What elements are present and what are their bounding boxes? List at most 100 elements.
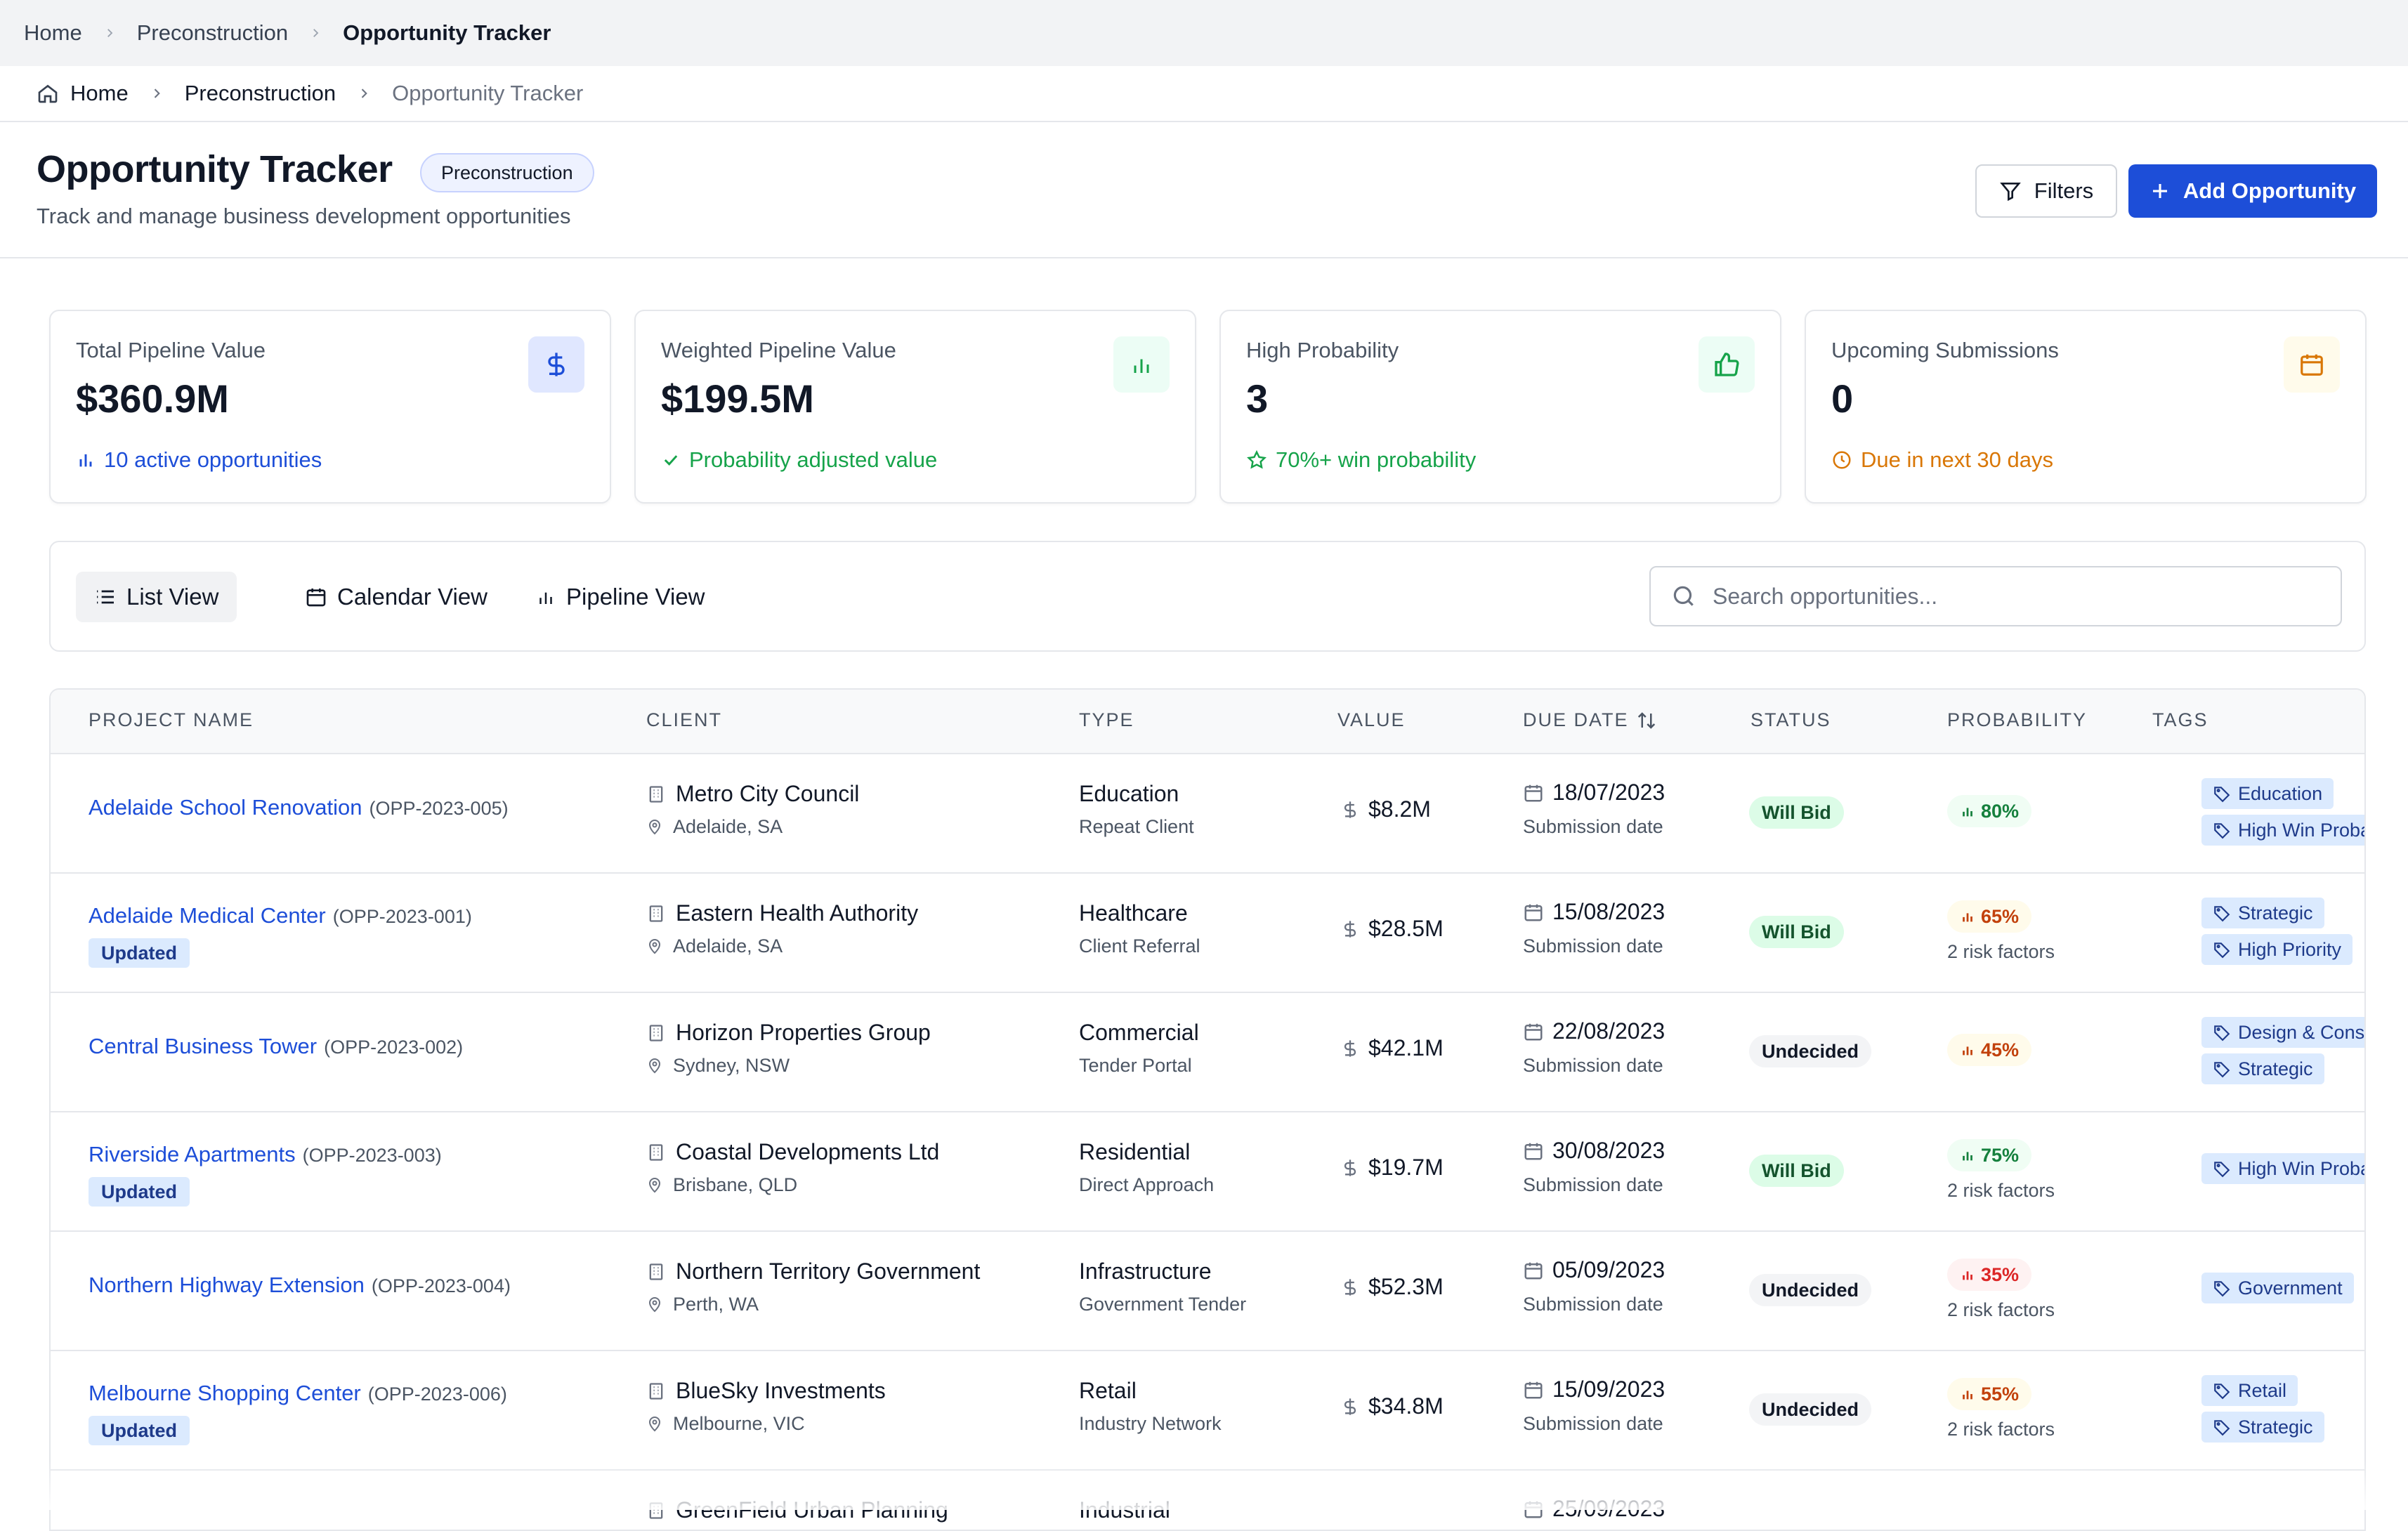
calendar-icon	[1523, 1379, 1544, 1400]
breadcrumb-current: Opportunity Tracker	[392, 81, 584, 105]
client-location-text: Adelaide, SA	[673, 935, 783, 957]
risk-factors: 2 risk factors	[1947, 1299, 2055, 1320]
tag-chip[interactable]: Strategic	[2201, 1412, 2324, 1443]
chevron-right-icon	[103, 27, 116, 39]
tag-chip[interactable]: Strategic	[2201, 1053, 2324, 1084]
due-date: 22/08/2023	[1523, 1018, 1665, 1044]
tag-chip[interactable]: Retail	[2201, 1375, 2298, 1406]
breadcrumb-section-link[interactable]: Preconstruction	[185, 81, 336, 106]
tag-chip[interactable]: High Win Probability	[2201, 1153, 2364, 1184]
project-name: Northern Highway Extension	[89, 1273, 365, 1297]
column-header-project-name[interactable]: PROJECT NAME	[89, 709, 254, 731]
status-badge: Undecided	[1749, 1035, 1872, 1067]
client-name-text: Metro City Council	[676, 781, 860, 806]
project-name-link[interactable]: Adelaide School Renovation (OPP-2023-005)	[89, 795, 509, 820]
dollar-icon	[1340, 1277, 1360, 1297]
page-title: Opportunity Tracker	[37, 148, 393, 190]
filters-button[interactable]: Filters	[1975, 164, 2117, 218]
tag-label: Strategic	[2238, 902, 2313, 924]
column-header-probability[interactable]: PROBABILITY	[1947, 709, 2087, 731]
opportunities-table: PROJECT NAME CLIENT TYPE VALUE DUE DATE …	[49, 688, 2366, 1531]
client-name: Eastern Health Authority	[646, 900, 918, 926]
tag-chip[interactable]: Government	[2201, 1273, 2354, 1303]
tag-label: Strategic	[2238, 1416, 2313, 1438]
search-field[interactable]	[1649, 566, 2342, 626]
tab-calendar-view[interactable]: Calendar View	[287, 572, 506, 622]
stat-label: Upcoming Submissions	[1831, 338, 2059, 362]
column-header-tags[interactable]: TAGS	[2152, 709, 2209, 731]
tag-label: Government	[2238, 1277, 2343, 1299]
due-date-caption: Submission date	[1523, 816, 1663, 837]
project-name: Adelaide Medical Center	[89, 903, 326, 928]
topbar-section-link[interactable]: Preconstruction	[137, 20, 288, 46]
stat-value: 3	[1246, 376, 1269, 421]
tag-icon	[2213, 784, 2231, 803]
column-header-due-date-label: DUE DATE	[1523, 709, 1629, 730]
client-location-text: Adelaide, SA	[673, 816, 783, 837]
stat-label: Weighted Pipeline Value	[661, 338, 896, 362]
table-header: PROJECT NAME CLIENT TYPE VALUE DUE DATE …	[51, 690, 2364, 754]
probability-badge: 75%	[1947, 1139, 2032, 1171]
tag-chip[interactable]: Education	[2201, 778, 2334, 809]
probability-value: 45%	[1981, 1039, 2020, 1060]
status-badge: Undecided	[1749, 1393, 1872, 1426]
tag-icon	[2213, 1381, 2231, 1400]
tab-label: List View	[126, 584, 219, 610]
tab-list-view[interactable]: List View	[76, 572, 237, 622]
due-date-text: 15/09/2023	[1552, 1376, 1666, 1402]
plus-icon	[2149, 180, 2171, 202]
project-name-link[interactable]: Northern Highway Extension (OPP-2023-004)	[89, 1273, 511, 1298]
breadcrumb-home-label: Home	[70, 81, 129, 105]
tag-chip[interactable]: Design & Construct	[2201, 1017, 2365, 1048]
project-value: $34.8M	[1340, 1393, 1444, 1419]
dollar-icon	[1340, 1397, 1360, 1417]
column-header-type[interactable]: TYPE	[1079, 709, 1134, 731]
project-value-text: $28.5M	[1368, 916, 1444, 941]
column-header-due-date[interactable]: DUE DATE	[1523, 709, 1657, 731]
project-value-text: $52.3M	[1368, 1274, 1444, 1299]
status-badge: Will Bid	[1749, 796, 1844, 829]
column-header-status[interactable]: STATUS	[1751, 709, 1831, 731]
tab-pipeline-view[interactable]: Pipeline View	[517, 572, 724, 622]
tag-chip[interactable]: High Win Probability	[2201, 815, 2364, 846]
stat-value: $199.5M	[661, 376, 814, 421]
lead-source: Direct Approach	[1079, 1174, 1215, 1195]
due-date-text: 30/08/2023	[1552, 1138, 1666, 1163]
tag-chip[interactable]: High Priority	[2201, 934, 2353, 965]
column-header-value[interactable]: VALUE	[1337, 709, 1406, 731]
lead-source: Government Tender	[1079, 1294, 1247, 1315]
building-icon	[646, 1262, 666, 1282]
stat-footnote-text: 70%+ win probability	[1276, 447, 1477, 472]
view-toolbar: List View Calendar View Pipeline View	[49, 541, 2366, 652]
add-opportunity-button[interactable]: Add Opportunity	[2128, 164, 2377, 218]
client-name: Metro City Council	[646, 781, 859, 807]
tag-label: Design & Construct	[2238, 1021, 2365, 1043]
topbar-home-link[interactable]: Home	[24, 20, 82, 46]
column-header-client[interactable]: CLIENT	[646, 709, 722, 731]
project-code: (OPP-2023-006)	[367, 1384, 507, 1405]
risk-factors: 2 risk factors	[1947, 1180, 2055, 1201]
tag-chip[interactable]: Strategic	[2201, 898, 2324, 928]
client-name-text: Coastal Developments Ltd	[676, 1139, 940, 1164]
sort-icon[interactable]	[1636, 710, 1657, 731]
due-date: 15/09/2023	[1523, 1376, 1665, 1402]
probability-value: 80%	[1981, 800, 2020, 822]
search-input[interactable]	[1713, 583, 2317, 610]
table-row: Riverside Apartments (OPP-2023-003) Update…	[51, 1112, 2364, 1232]
project-name-link[interactable]: Adelaide Medical Center (OPP-2023-001)	[89, 903, 472, 928]
breadcrumb-home-link[interactable]: Home	[37, 81, 129, 106]
calendar-icon	[305, 586, 327, 608]
calendar-icon	[1523, 782, 1544, 803]
project-name-link[interactable]: Central Business Tower (OPP-2023-002)	[89, 1034, 463, 1059]
probability-value: 35%	[1981, 1263, 2020, 1285]
project-name-link[interactable]: Melbourne Shopping Center (OPP-2023-006)	[89, 1381, 507, 1406]
project-name-link[interactable]: Riverside Apartments (OPP-2023-003)	[89, 1142, 442, 1167]
tag-icon	[2213, 821, 2231, 839]
due-date-text: 05/09/2023	[1552, 1257, 1666, 1282]
stat-card-high-probability: High Probability 3 70%+ win probability	[1219, 310, 1781, 504]
building-icon	[646, 1023, 666, 1043]
project-type: Education	[1079, 781, 1179, 806]
tag-icon	[2213, 940, 2231, 959]
due-date-caption: Submission date	[1523, 935, 1663, 957]
calendar-icon	[2284, 336, 2340, 393]
